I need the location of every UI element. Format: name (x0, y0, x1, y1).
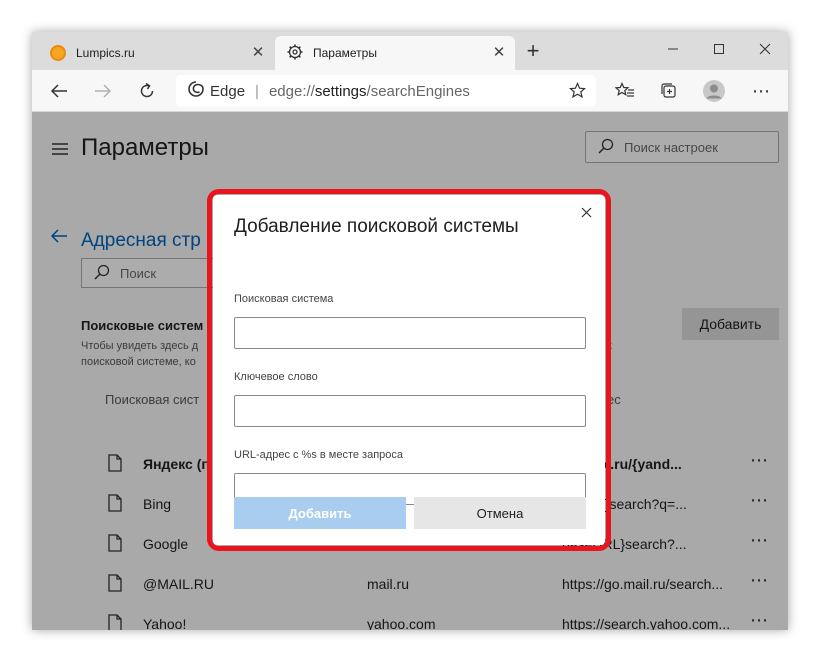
dialog-cancel-button[interactable]: Отмена (414, 497, 586, 529)
more-horizontal-icon: ⋯ (752, 80, 770, 101)
add-search-engine-dialog: Добавление поисковой системы Поисковая с… (213, 195, 605, 545)
gear-icon (287, 44, 303, 63)
arrow-left-icon (50, 84, 67, 98)
tab-close-icon[interactable]: ✕ (491, 45, 507, 61)
engine-name-label: Поисковая система (234, 293, 334, 305)
tab-lumpics[interactable]: Lumpics.ru ✕ (36, 36, 274, 70)
minimize-icon (668, 48, 678, 50)
keyword-label: Ключевое слово (234, 371, 318, 383)
forward-button[interactable] (88, 76, 118, 106)
dialog-add-button[interactable]: Добавить (234, 497, 406, 529)
address-bar[interactable]: Edge | edge://settings/searchEngines (176, 75, 596, 107)
refresh-button[interactable] (132, 76, 162, 106)
favorites-list-icon (615, 82, 634, 97)
close-window-button[interactable] (742, 36, 788, 62)
url-path: /searchEngines (366, 82, 470, 100)
url-scheme: edge:// (268, 82, 315, 100)
orange-favicon-icon (50, 45, 66, 61)
identity-label: Edge (210, 82, 246, 100)
maximize-button[interactable] (696, 36, 742, 62)
settings-more-button[interactable]: ⋯ (746, 76, 776, 106)
engine-name-field[interactable] (234, 317, 586, 349)
favorites-button[interactable] (610, 76, 640, 106)
url-label: URL-адрес с %s в месте запроса (234, 449, 404, 461)
arrow-right-icon (95, 84, 112, 98)
dialog-close-icon[interactable] (577, 203, 595, 221)
tab-close-icon[interactable]: ✕ (250, 45, 266, 61)
tab-settings[interactable]: Параметры ✕ (275, 36, 515, 70)
url-host: settings (314, 82, 367, 100)
favorite-star-icon[interactable] (568, 82, 587, 103)
new-tab-button[interactable]: + (522, 40, 544, 63)
browser-toolbar: Edge | edge://settings/searchEngines ⋯ (32, 70, 788, 112)
close-icon (759, 43, 771, 55)
dialog-title: Добавление поисковой системы (234, 216, 519, 237)
browser-window: Lumpics.ru ✕ Параметры ✕ + Edge | edge:/… (32, 32, 788, 630)
profile-button[interactable] (699, 76, 729, 106)
tab-title: Lumpics.ru (76, 46, 135, 60)
keyword-field[interactable] (234, 395, 586, 427)
address-separator: | (255, 82, 259, 100)
tab-title: Параметры (313, 46, 377, 60)
collections-icon (661, 83, 676, 98)
collections-button[interactable] (654, 76, 684, 106)
refresh-icon (140, 82, 154, 98)
maximize-icon (714, 44, 724, 54)
avatar-icon (703, 80, 725, 102)
edge-logo-icon (188, 81, 204, 101)
back-button[interactable] (44, 76, 74, 106)
minimize-button[interactable] (650, 36, 696, 62)
tab-strip: Lumpics.ru ✕ Параметры ✕ + (32, 32, 788, 70)
